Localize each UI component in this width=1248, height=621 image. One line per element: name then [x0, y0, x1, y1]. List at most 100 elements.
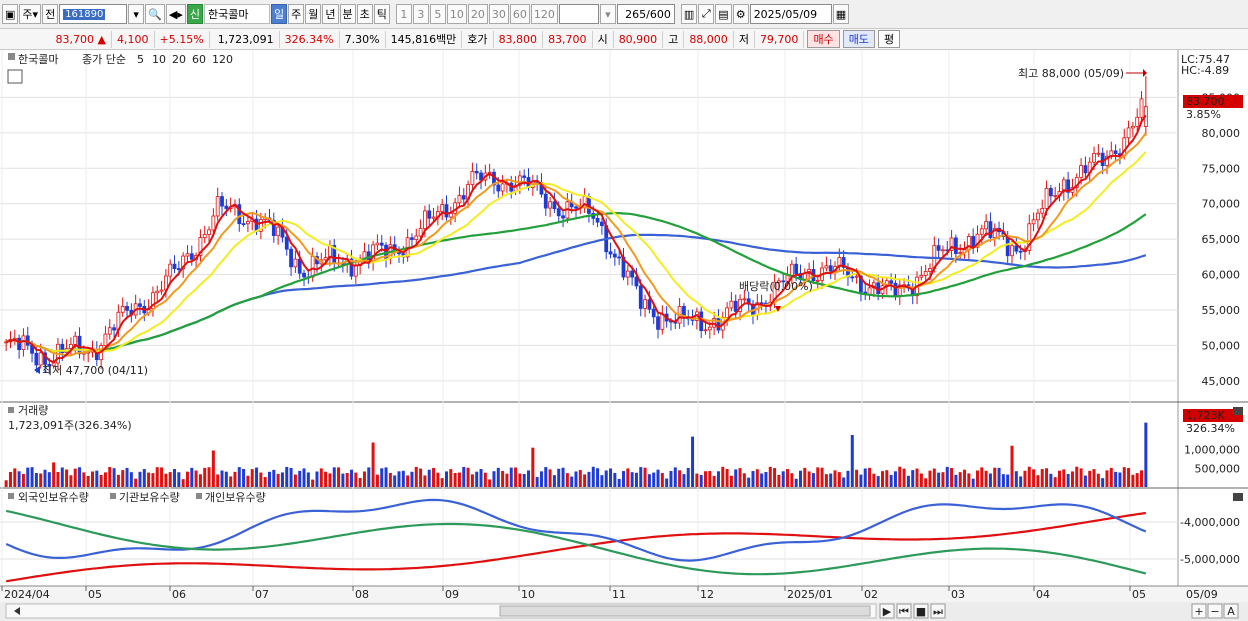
- period-week[interactable]: 주: [288, 4, 305, 24]
- legend-individual[interactable]: 개인보유수량: [205, 491, 266, 504]
- ma-legend-5[interactable]: 5: [137, 53, 144, 66]
- sound-icon[interactable]: ◀▸: [165, 4, 186, 24]
- candle-body: [742, 298, 747, 301]
- search-icon[interactable]: 🔍: [145, 4, 165, 24]
- chart-type-select[interactable]: 주 ▾: [19, 4, 42, 24]
- candle-body: [107, 327, 112, 335]
- volume-bar: [375, 474, 379, 487]
- interval-dropdown-icon[interactable]: ▾: [599, 4, 616, 24]
- candle-icon[interactable]: ▥: [680, 4, 698, 24]
- volume-bar: [656, 469, 660, 487]
- legend-institution[interactable]: 기관보유수량: [119, 491, 180, 504]
- interval-1[interactable]: 1: [395, 4, 412, 24]
- period-month[interactable]: 월: [305, 4, 322, 24]
- interval-10[interactable]: 10: [446, 4, 467, 24]
- interval-30[interactable]: 30: [488, 4, 509, 24]
- volume-bar: [1053, 477, 1057, 487]
- gear-icon[interactable]: ⚙: [732, 4, 749, 24]
- candle-body: [21, 335, 26, 350]
- volume-bar: [8, 471, 12, 487]
- period-year[interactable]: 년: [322, 4, 339, 24]
- holdings-close-icon[interactable]: [1233, 493, 1243, 501]
- scroll-thumb[interactable]: [499, 605, 871, 617]
- period-second[interactable]: 초: [356, 4, 373, 24]
- volume-bar: [1075, 466, 1079, 487]
- volume-bar: [915, 468, 919, 487]
- volume-bar: [980, 467, 984, 487]
- volume-bar: [1001, 474, 1005, 487]
- count-field[interactable]: 265/600: [616, 4, 675, 24]
- volume-bar: [626, 468, 630, 487]
- prev-button[interactable]: 전: [42, 4, 59, 24]
- eval-button[interactable]: 평: [877, 30, 901, 48]
- date-field[interactable]: 2025/05/09: [749, 4, 832, 24]
- interval-custom-input[interactable]: [558, 4, 599, 24]
- interval-60[interactable]: 60: [509, 4, 530, 24]
- volume-bar: [820, 467, 824, 487]
- legend-foreign[interactable]: 외국인보유수량: [18, 491, 89, 504]
- volume-bar: [660, 473, 664, 487]
- ma-legend-20[interactable]: 20: [172, 53, 186, 66]
- volume-bar: [488, 479, 492, 487]
- interval-120[interactable]: 120: [530, 4, 558, 24]
- volume-bar: [596, 468, 600, 487]
- sell-button[interactable]: 매도: [842, 30, 875, 48]
- candle-body: [1100, 152, 1105, 167]
- period-tick[interactable]: 틱: [373, 4, 390, 24]
- candle-body: [522, 175, 527, 178]
- ma-legend-10[interactable]: 10: [152, 53, 166, 66]
- period-day[interactable]: 일: [271, 4, 288, 24]
- volume-bar: [1049, 473, 1053, 487]
- volume-bar: [108, 467, 112, 487]
- chart-area[interactable]: 45,000 50,000 55,000 60,000 65,000 70,000 75,0…: [0, 50, 1248, 621]
- volume-bar: [941, 472, 945, 487]
- candle-body: [353, 265, 358, 277]
- volume-bar: [311, 479, 315, 487]
- volume-bar: [527, 470, 531, 487]
- volume-close-icon[interactable]: [1233, 407, 1243, 415]
- volume-bar: [600, 475, 604, 487]
- save-icon[interactable]: ▤: [715, 4, 732, 24]
- code-dropdown-icon[interactable]: ▾: [128, 4, 145, 24]
- bottom-control-label: ⏭: [933, 605, 943, 618]
- candle-body: [457, 195, 462, 204]
- volume-bar: [466, 467, 470, 487]
- price-change: 4,100: [112, 30, 155, 48]
- panel-settings-icon[interactable]: [8, 53, 15, 60]
- volume-bar: [1092, 469, 1096, 487]
- interval-3[interactable]: 3: [412, 4, 429, 24]
- ma-legend-120[interactable]: 120: [212, 53, 233, 66]
- crosshair-icon[interactable]: ⤢: [698, 4, 715, 24]
- volume-bar: [362, 471, 366, 487]
- grid-toggle-icon[interactable]: [7, 69, 23, 84]
- volume-bar: [794, 478, 798, 487]
- volume-bar: [90, 471, 94, 487]
- candle-body: [241, 223, 246, 226]
- interval-5[interactable]: 5: [429, 4, 446, 24]
- volume-settings-icon[interactable]: [8, 407, 14, 413]
- volume-bar: [470, 474, 474, 487]
- period-minute[interactable]: 분: [339, 4, 356, 24]
- calendar-icon[interactable]: ▦: [832, 4, 850, 24]
- candle-body: [444, 204, 449, 218]
- bottom-control-label: −: [1210, 605, 1219, 618]
- volume-bar: [574, 471, 578, 487]
- holdings-settings-icon[interactable]: [8, 493, 14, 499]
- stock-code-input[interactable]: 161890: [59, 4, 128, 24]
- ma-legend-60[interactable]: 60: [192, 53, 206, 66]
- bottom-control-label: A: [1227, 605, 1235, 618]
- volume-bar: [267, 471, 271, 487]
- volume-bar: [406, 475, 410, 487]
- buy-button[interactable]: 매수: [807, 30, 840, 48]
- layout-icon[interactable]: ▣: [2, 4, 19, 24]
- volume-bar: [293, 474, 297, 487]
- volume-bar: [181, 479, 185, 487]
- legend-individual-icon: [196, 493, 202, 499]
- candle-body: [600, 221, 604, 227]
- volume-bar: [190, 467, 194, 487]
- volume-bar: [704, 471, 708, 487]
- interval-20[interactable]: 20: [467, 4, 488, 24]
- high-label: 고: [663, 30, 685, 48]
- volume-bar: [1140, 470, 1144, 487]
- price-y-tick-label: 70,000: [1202, 198, 1241, 211]
